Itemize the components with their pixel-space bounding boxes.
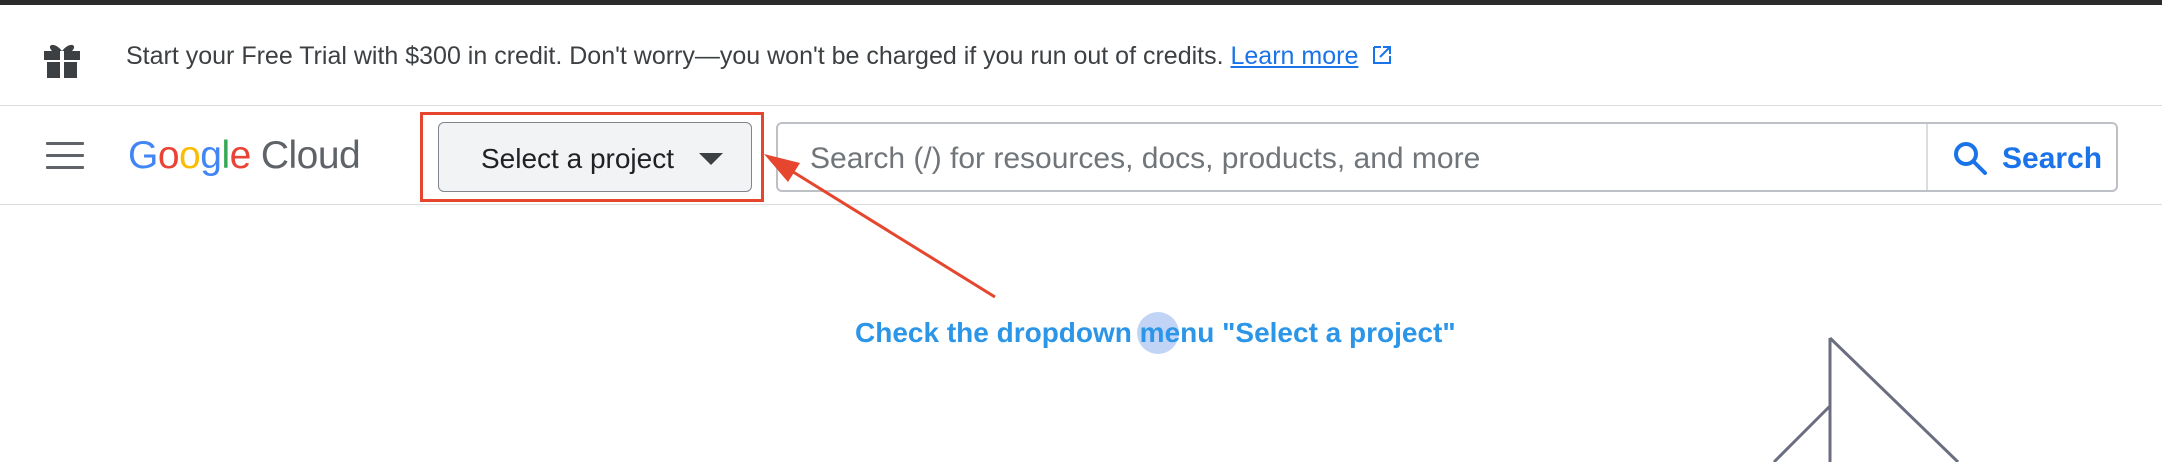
search-icon: [1954, 142, 1987, 175]
console-header: Google Cloud Select a project Search: [0, 106, 2162, 205]
hamburger-menu-icon[interactable]: [46, 142, 84, 170]
search-button[interactable]: Search: [1930, 124, 2116, 190]
banner-text: Start your Free Trial with $300 in credi…: [126, 42, 1224, 70]
annotation-instruction: Check the dropdown menu "Select a projec…: [855, 317, 1456, 348]
learn-more-link[interactable]: Learn more: [1231, 42, 1359, 70]
free-trial-banner: Start your Free Trial with $300 in credi…: [0, 5, 2162, 106]
banner-message: Start your Free Trial with $300 in credi…: [126, 42, 1393, 71]
search-divider: [1926, 124, 1928, 190]
gift-icon: [44, 44, 80, 78]
google-cloud-logo[interactable]: Google Cloud: [128, 134, 361, 178]
paper-plane-illustration: [1772, 336, 1960, 462]
search-button-label: Search: [2002, 142, 2103, 175]
search-input[interactable]: [808, 138, 1812, 180]
search-bar: Search: [776, 122, 2118, 192]
annotation-highlight-box: [420, 112, 764, 202]
external-link-icon[interactable]: [1371, 44, 1393, 66]
